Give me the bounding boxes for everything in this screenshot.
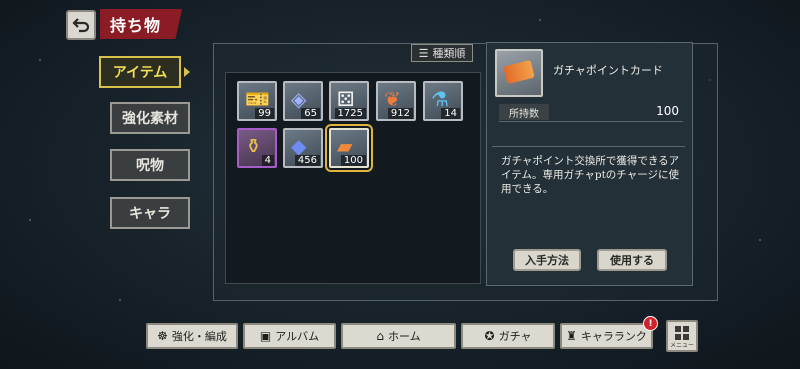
item-count: 14 xyxy=(441,108,460,119)
item-count: 912 xyxy=(387,108,413,119)
quantity-label: 所持数 xyxy=(499,104,549,120)
item-slot-selected[interactable]: ▰ 100 xyxy=(325,124,373,172)
item-slot[interactable]: ⚱ 4 xyxy=(237,128,277,168)
item-slot[interactable]: ◆ 456 xyxy=(283,128,323,168)
page-title: 持ち物 xyxy=(110,16,162,35)
item-count: 100 xyxy=(340,155,366,166)
item-count: 1725 xyxy=(334,108,366,119)
quantity-row: 所持数 100 xyxy=(499,104,683,122)
item-count: 99 xyxy=(255,108,274,119)
sort-label: 種類順 xyxy=(432,47,466,60)
menu-button[interactable]: メニュー xyxy=(666,320,698,352)
nav-label: 強化・編成 xyxy=(171,330,227,343)
sort-button[interactable]: ☰ 種類順 xyxy=(411,44,473,62)
active-tab-arrow-icon xyxy=(184,67,190,77)
item-name: ガチャポイントカード xyxy=(553,64,663,77)
obtain-method-button[interactable]: 入手方法 xyxy=(513,249,581,271)
tab-materials[interactable]: 強化素材 xyxy=(110,102,190,134)
notification-badge: ! xyxy=(643,316,658,331)
nav-label: キャラランク xyxy=(580,330,647,343)
team-icon: ☸ xyxy=(157,329,168,343)
sort-icon: ☰ xyxy=(418,46,429,60)
gacha-card-icon xyxy=(495,49,543,97)
item-count: 65 xyxy=(301,108,320,119)
menu-label: メニュー xyxy=(669,342,694,349)
nav-enhance-team[interactable]: ☸ 強化・編成 xyxy=(146,323,238,349)
nav-label: ホーム xyxy=(387,330,421,343)
album-icon: ▣ xyxy=(259,329,272,343)
back-button[interactable] xyxy=(66,10,96,40)
item-slot[interactable]: 🎫 99 xyxy=(237,81,277,121)
nav-character-rank[interactable]: ♜ キャラランク xyxy=(560,323,653,349)
back-arrow-icon xyxy=(72,18,90,33)
item-slot[interactable]: ❦ 912 xyxy=(376,81,416,121)
gold-pouch-icon: ⚱ xyxy=(245,134,262,158)
item-slot[interactable]: ⚄ 1725 xyxy=(329,81,369,121)
item-description: ガチャポイント交換所で獲得できるアイテム。専用ガチャptのチャージに使用できる。 xyxy=(501,155,680,195)
item-slot[interactable]: ⚗ 14 xyxy=(423,81,463,121)
item-count: 456 xyxy=(294,155,320,166)
use-button[interactable]: 使用する xyxy=(597,249,667,271)
nav-label: アルバム xyxy=(275,330,320,343)
nav-gacha[interactable]: ✪ ガチャ xyxy=(461,323,555,349)
nav-album[interactable]: ▣ アルバム xyxy=(243,323,336,349)
nav-label: ガチャ xyxy=(498,330,532,343)
tab-items[interactable]: アイテム xyxy=(99,56,181,88)
menu-grid-icon xyxy=(675,326,689,340)
gacha-icon: ✪ xyxy=(484,329,495,343)
item-count: 4 xyxy=(261,155,274,166)
tab-characters[interactable]: キャラ xyxy=(110,197,190,229)
tab-cursed-items[interactable]: 呪物 xyxy=(110,149,190,181)
title-banner: 持ち物 xyxy=(100,9,182,39)
nav-home[interactable]: ⌂ ホーム xyxy=(341,323,456,349)
item-slot[interactable]: ◈ 65 xyxy=(283,81,323,121)
quantity-value: 100 xyxy=(656,104,679,118)
rank-icon: ♜ xyxy=(566,329,577,343)
home-icon: ⌂ xyxy=(376,329,384,343)
